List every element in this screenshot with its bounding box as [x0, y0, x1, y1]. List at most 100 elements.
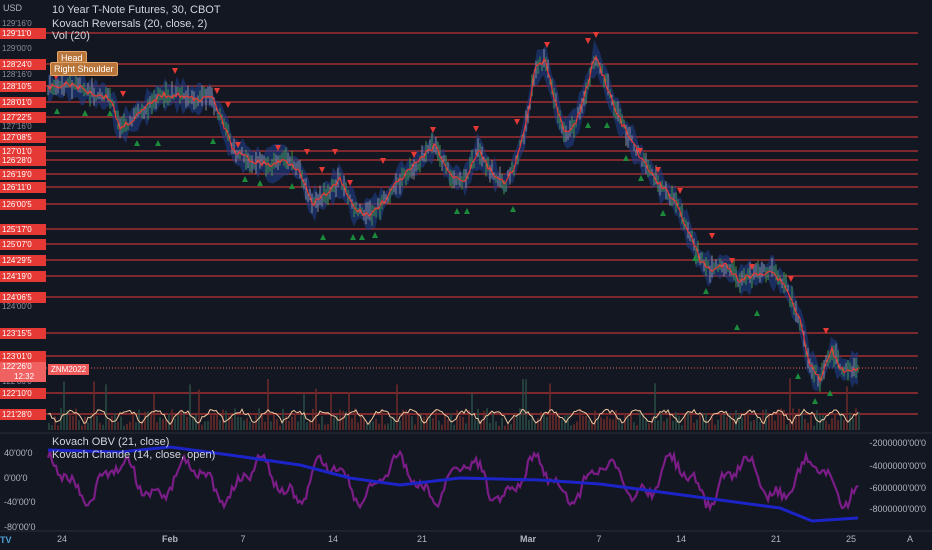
- volume-bar: [615, 410, 617, 430]
- volume-bar: [567, 413, 569, 430]
- volume-bar: [246, 418, 248, 430]
- volume-bar: [558, 415, 560, 430]
- volume-bar: [483, 410, 485, 430]
- volume-bar: [762, 409, 764, 430]
- volume-bar: [717, 419, 719, 430]
- volume-bar: [603, 419, 605, 430]
- volume-bar: [720, 412, 722, 430]
- bear-reversal-marker: [304, 149, 310, 155]
- volume-bar: [180, 409, 182, 430]
- bull-reversal-marker: [82, 110, 88, 116]
- volume-bar: [327, 423, 329, 430]
- bull-reversal-marker: [585, 122, 591, 128]
- bear-reversal-marker: [347, 180, 353, 186]
- volume-bar: [276, 419, 278, 430]
- annotation-right-shoulder[interactable]: Right Shoulder: [50, 62, 118, 76]
- volume-bar: [474, 419, 476, 430]
- bull-reversal-marker: [289, 183, 295, 189]
- oscillator-right-tick: -8000000'00'0: [869, 504, 927, 514]
- volume-bar: [846, 386, 848, 430]
- volume-bar: [789, 378, 791, 430]
- bear-reversal-marker: [473, 126, 479, 132]
- volume-bar: [621, 424, 623, 430]
- volume-bar: [669, 414, 671, 430]
- volume-bar: [501, 417, 503, 430]
- bull-reversal-marker: [734, 324, 740, 330]
- oscillator-left-tick: -40'00'0: [4, 497, 36, 507]
- volume-bar: [726, 416, 728, 430]
- obv-legend[interactable]: Kovach OBV (21, close): [52, 436, 169, 448]
- volume-bar: [510, 424, 512, 430]
- bull-reversal-marker: [660, 210, 666, 216]
- volume-bar: [63, 381, 65, 430]
- volume-bar: [231, 417, 233, 430]
- level-label: 123'15'5: [0, 328, 46, 339]
- volume-bar: [609, 418, 611, 430]
- volume-bar: [75, 408, 77, 430]
- volume-bar: [144, 411, 146, 430]
- volume-bar: [687, 412, 689, 430]
- volume-bar: [396, 384, 398, 430]
- volume-bar: [459, 416, 461, 430]
- volume-bar: [777, 409, 779, 430]
- symbol-tag: ZNM2022: [48, 364, 90, 375]
- volume-bar: [429, 417, 431, 430]
- volume-bar: [786, 424, 788, 430]
- volume-bar: [486, 408, 488, 430]
- volume-bar: [579, 409, 581, 430]
- volume-bar: [753, 419, 755, 430]
- volume-bar: [156, 422, 158, 430]
- level-label: 125'17'0: [0, 224, 46, 235]
- oscillator-left-tick: 40'00'0: [4, 448, 33, 458]
- volume-bar: [57, 425, 59, 430]
- legend-title[interactable]: 10 Year T-Note Futures, 30, CBOT: [52, 4, 221, 16]
- volume-bar: [465, 423, 467, 430]
- volume-bar: [810, 415, 812, 430]
- volume-bar: [540, 411, 542, 430]
- chande-legend[interactable]: Kovach Chande (14, close, open): [52, 449, 215, 461]
- volume-bar: [210, 415, 212, 430]
- volume-bar: [438, 420, 440, 430]
- volume-bar: [387, 423, 389, 430]
- legend-reversals[interactable]: Kovach Reversals (20, close, 2): [52, 18, 207, 30]
- volume-bar: [690, 412, 692, 430]
- chart-canvas[interactable]: [0, 0, 932, 550]
- bear-reversal-marker: [677, 188, 683, 194]
- price-tick: 127'16'0: [2, 122, 32, 131]
- volume-bar: [588, 420, 590, 430]
- volume-bar: [528, 419, 530, 430]
- volume-bar: [822, 415, 824, 430]
- legend-volume[interactable]: Vol (20): [52, 30, 90, 42]
- level-label: 124'19'0: [0, 271, 46, 282]
- volume-bar: [219, 419, 221, 430]
- current-price-value: 122'26'0: [2, 362, 32, 371]
- price-tick: 129'16'0: [2, 19, 32, 28]
- volume-bar: [573, 424, 575, 430]
- level-label: 125'07'0: [0, 239, 46, 250]
- volume-bar: [711, 417, 713, 430]
- volume-bar: [348, 392, 350, 430]
- volume-bar: [732, 413, 734, 430]
- tradingview-logo[interactable]: TV: [0, 535, 12, 545]
- bull-reversal-marker: [623, 155, 629, 161]
- volume-bar: [375, 418, 377, 430]
- volume-bar: [69, 414, 71, 430]
- bear-reversal-marker: [709, 233, 715, 239]
- volume-bar: [663, 421, 665, 430]
- volume-bar: [858, 411, 860, 430]
- oscillator-left-tick: 0'00'0: [4, 473, 28, 483]
- time-tick: Feb: [161, 534, 179, 544]
- volume-bar: [504, 425, 506, 430]
- volume-bar: [126, 424, 128, 430]
- time-tick: 14: [327, 534, 339, 544]
- volume-bar: [495, 421, 497, 430]
- bull-reversal-marker: [134, 140, 140, 146]
- auto-scale-button[interactable]: A: [907, 534, 913, 544]
- volume-bar: [279, 425, 281, 430]
- volume-bar: [813, 425, 815, 430]
- volume-bar: [516, 414, 518, 430]
- volume-bar: [843, 420, 845, 430]
- volume-bar: [507, 424, 509, 430]
- time-tick: 24: [56, 534, 68, 544]
- volume-bar: [537, 418, 539, 430]
